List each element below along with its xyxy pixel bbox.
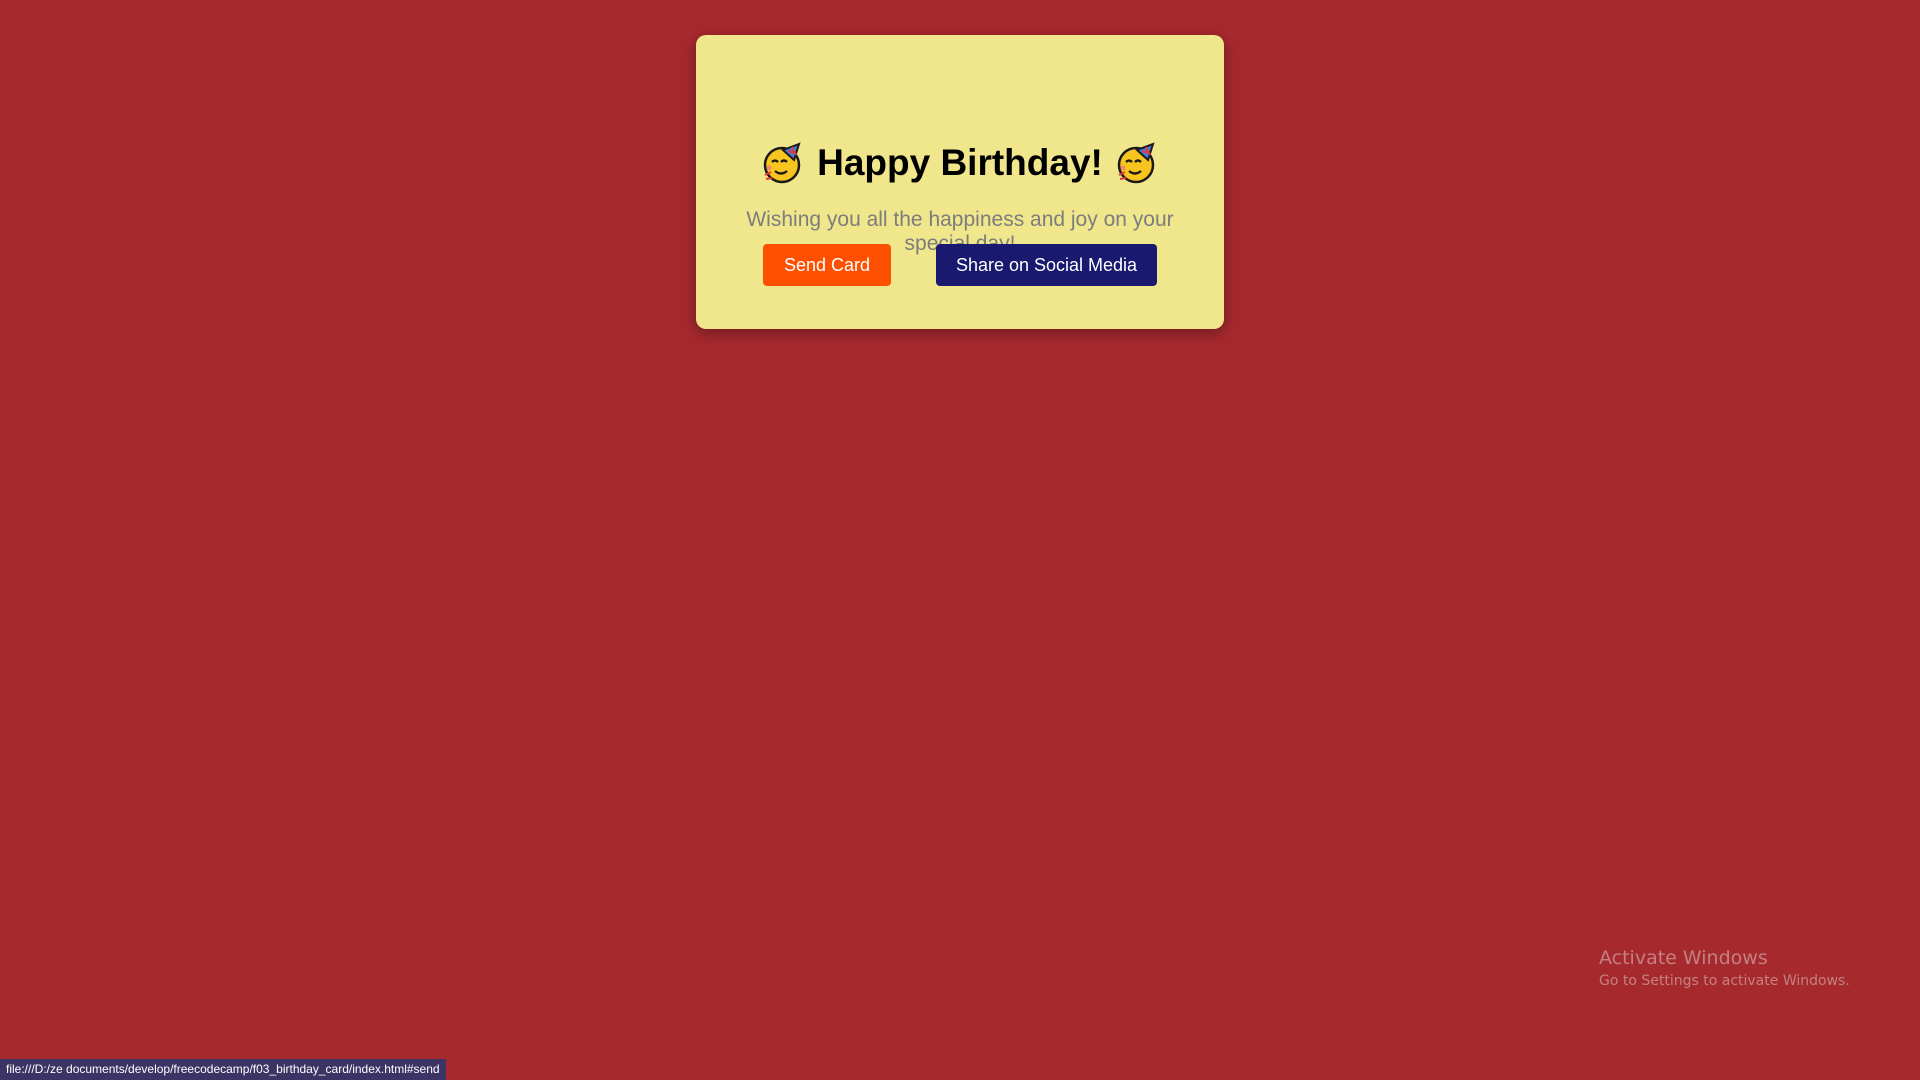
partying-face-icon <box>1115 141 1159 185</box>
card-title-text: Happy Birthday! <box>817 142 1103 183</box>
send-card-button[interactable]: Send Card <box>763 244 891 286</box>
share-social-media-button[interactable]: Share on Social Media <box>936 244 1157 286</box>
partying-face-icon <box>761 141 805 185</box>
card-title: Happy Birthday! <box>696 140 1224 186</box>
activate-windows-watermark: Activate Windows Go to Settings to activ… <box>1599 945 1850 991</box>
activate-windows-subtitle: Go to Settings to activate Windows. <box>1599 973 1850 989</box>
activate-windows-title: Activate Windows <box>1599 947 1768 969</box>
browser-status-url: file:///D:/ze documents/develop/freecode… <box>0 1059 446 1080</box>
